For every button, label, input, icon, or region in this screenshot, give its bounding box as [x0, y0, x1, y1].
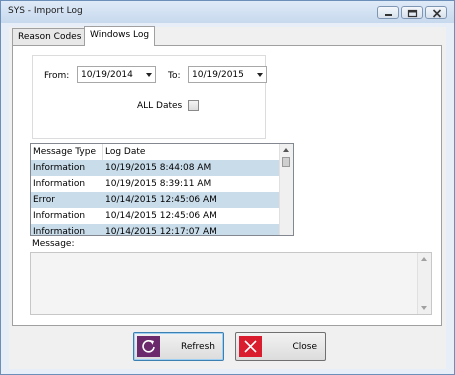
refresh-button[interactable]: Refresh: [133, 332, 224, 361]
close-button[interactable]: Close: [235, 332, 326, 361]
cell-message-type: Information: [33, 227, 86, 236]
maximize-icon: [407, 9, 418, 18]
x-icon: [239, 336, 262, 357]
log-table[interactable]: Message Type Log Date Information 10/19/…: [30, 143, 294, 236]
windows-log-page: From: 10/19/2014 To: 10/19/2015 ALL Date…: [12, 45, 442, 326]
scroll-down-icon[interactable]: [421, 306, 427, 310]
from-date-value: 10/19/2014: [81, 70, 133, 80]
cell-log-date: 10/19/2015 8:39:11 AM: [105, 179, 212, 189]
cell-log-date: 10/14/2015 12:17:07 AM: [105, 227, 217, 236]
refresh-icon: [137, 336, 160, 357]
tab-windows-log[interactable]: Windows Log: [84, 26, 155, 46]
chevron-down-icon: [257, 73, 263, 77]
table-row[interactable]: Information 10/19/2015 8:44:08 AM: [31, 160, 281, 176]
tab-label: Reason Codes: [18, 32, 82, 42]
cell-message-type: Information: [33, 163, 86, 173]
table-header: Message Type Log Date: [31, 144, 281, 161]
scroll-thumb[interactable]: [282, 157, 290, 167]
cell-log-date: 10/14/2015 12:45:06 AM: [105, 195, 217, 205]
message-textbox[interactable]: [30, 252, 432, 315]
close-window-button[interactable]: [425, 6, 447, 19]
date-filter-group: From: 10/19/2014 To: 10/19/2015 ALL Date…: [32, 55, 267, 139]
client-area: Reason Codes Windows Log From: 10/19/201…: [9, 26, 446, 369]
close-window-icon: [432, 9, 442, 18]
all-dates-checkbox[interactable]: [188, 100, 199, 111]
to-date-dropdown[interactable]: 10/19/2015: [188, 66, 267, 83]
close-button-label: Close: [292, 342, 317, 352]
tab-label: Windows Log: [90, 30, 150, 40]
window-title: SYS - Import Log: [8, 6, 83, 16]
table-row[interactable]: Information 10/14/2015 12:17:07 AM: [31, 224, 281, 236]
column-header-message-type[interactable]: Message Type: [31, 144, 103, 160]
all-dates-label: ALL Dates: [137, 101, 183, 111]
cell-log-date: 10/19/2015 8:44:08 AM: [105, 163, 212, 173]
scroll-up-icon[interactable]: [421, 257, 427, 261]
chevron-down-icon: [146, 73, 152, 77]
column-header-log-date[interactable]: Log Date: [103, 144, 281, 160]
maximize-button[interactable]: [401, 6, 423, 19]
table-row[interactable]: Error 10/14/2015 12:45:06 AM: [31, 192, 281, 208]
table-row[interactable]: Information 10/19/2015 8:39:11 AM: [31, 176, 281, 192]
cell-message-type: Error: [33, 195, 55, 205]
tab-reason-codes[interactable]: Reason Codes: [12, 28, 85, 45]
cell-message-type: Information: [33, 179, 86, 189]
import-log-window: SYS - Import Log Reason Codes Windows Lo…: [0, 0, 455, 375]
message-label: Message:: [32, 239, 75, 249]
scroll-up-icon[interactable]: [283, 148, 289, 152]
table-row[interactable]: Information 10/14/2015 12:45:06 AM: [31, 208, 281, 224]
message-scrollbar[interactable]: [417, 253, 431, 314]
to-date-value: 10/19/2015: [192, 70, 244, 80]
table-scrollbar[interactable]: [279, 144, 293, 235]
from-date-dropdown[interactable]: 10/19/2014: [77, 66, 156, 83]
cell-message-type: Information: [33, 211, 86, 221]
to-label: To:: [168, 71, 181, 81]
from-label: From:: [44, 71, 70, 81]
refresh-button-label: Refresh: [181, 342, 215, 352]
minimize-button[interactable]: [377, 6, 399, 19]
cell-log-date: 10/14/2015 12:45:06 AM: [105, 211, 217, 221]
title-bar[interactable]: SYS - Import Log: [1, 1, 454, 23]
minimize-icon: [385, 14, 392, 16]
